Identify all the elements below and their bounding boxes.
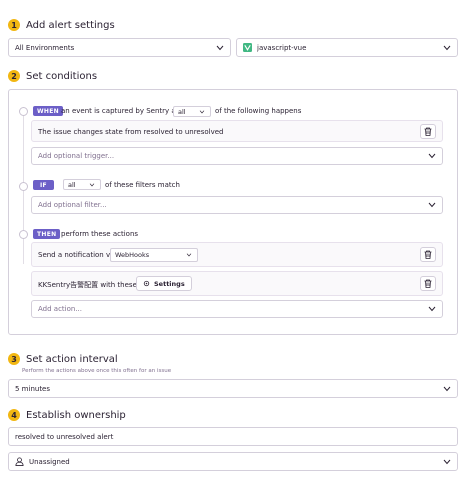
step-3-header: 3 Set action interval xyxy=(8,353,118,365)
then-text-after: perform these actions xyxy=(61,230,139,238)
action1-label: Send a notification via xyxy=(38,251,117,259)
add-filter-select[interactable]: Add optional filter... xyxy=(31,196,443,214)
chevron-down-icon xyxy=(216,44,224,52)
when-badge: WHEN xyxy=(33,106,63,116)
step-1-title: Add alert settings xyxy=(26,19,115,31)
add-trigger-select[interactable]: Add optional trigger... xyxy=(31,147,443,165)
add-trigger-placeholder: Add optional trigger... xyxy=(38,152,115,160)
action-kksentry-card: KKSentry告警配置 with these Settings xyxy=(31,271,443,296)
trigger-card: The issue changes state from resolved to… xyxy=(31,120,443,142)
project-value: javascript-vue xyxy=(257,43,307,52)
chevron-down-icon xyxy=(443,458,451,466)
timeline-dot-if xyxy=(19,182,28,191)
if-match-value: all xyxy=(68,180,76,189)
action-interval-select[interactable]: 5 minutes xyxy=(8,379,458,398)
action-interval-value: 5 minutes xyxy=(15,384,51,393)
step-3-number: 3 xyxy=(8,353,20,365)
owner-value: Unassigned xyxy=(29,457,70,466)
delete-trigger-button[interactable] xyxy=(420,124,436,139)
timeline-dot-when xyxy=(19,107,28,116)
project-select[interactable]: javascript-vue xyxy=(236,38,458,57)
step-3-subtitle: Perform the actions above once this ofte… xyxy=(22,368,172,374)
conditions-panel: WHEN an event is captured by Sentry and … xyxy=(8,89,458,335)
step-2-header: 2 Set conditions xyxy=(8,70,97,82)
delete-action1-button[interactable] xyxy=(420,247,436,262)
chevron-down-icon xyxy=(198,108,206,116)
environment-select[interactable]: All Environments xyxy=(8,38,231,57)
if-text-after: of these filters match xyxy=(105,181,180,189)
when-text-before: an event is captured by Sentry and xyxy=(61,107,185,115)
trigger-label: The issue changes state from resolved to… xyxy=(38,128,224,136)
step-2-title: Set conditions xyxy=(26,70,98,82)
gear-icon xyxy=(143,280,150,287)
step-3-title: Set action interval xyxy=(26,353,118,365)
add-action-placeholder: Add action... xyxy=(38,305,82,313)
chevron-down-icon xyxy=(185,251,193,259)
owner-select[interactable]: Unassigned xyxy=(8,452,458,471)
step-4-number: 4 xyxy=(8,409,20,421)
if-match-select[interactable]: all xyxy=(63,179,101,190)
chevron-down-icon xyxy=(428,305,436,313)
if-badge: IF xyxy=(33,180,54,190)
step-2-number: 2 xyxy=(8,70,20,82)
when-match-value: all xyxy=(178,107,186,116)
action2-label: KKSentry告警配置 with these xyxy=(38,281,137,289)
chevron-down-icon xyxy=(443,385,451,393)
notification-service-value: WebHooks xyxy=(115,251,150,259)
settings-button-label: Settings xyxy=(154,279,185,288)
step-4-header: 4 Establish ownership xyxy=(8,409,126,421)
when-text-after: of the following happens xyxy=(215,107,302,115)
environment-value: All Environments xyxy=(15,43,75,52)
chevron-down-icon xyxy=(428,152,436,160)
alert-name-value: resolved to unresolved alert xyxy=(15,432,114,441)
add-filter-placeholder: Add optional filter... xyxy=(38,201,107,209)
step-1-header: 1 Add alert settings xyxy=(8,19,115,31)
action-webhooks-card: Send a notification via WebHooks xyxy=(31,242,443,267)
chevron-down-icon xyxy=(428,201,436,209)
notification-service-select[interactable]: WebHooks xyxy=(110,248,198,262)
alert-name-input[interactable]: resolved to unresolved alert xyxy=(8,427,458,446)
vue-project-icon xyxy=(243,43,252,52)
add-action-select[interactable]: Add action... xyxy=(31,300,443,318)
trash-icon xyxy=(424,127,432,136)
chevron-down-icon xyxy=(88,181,96,189)
action2-settings-button[interactable]: Settings xyxy=(136,276,192,291)
delete-action2-button[interactable] xyxy=(420,276,436,291)
user-icon xyxy=(15,457,24,466)
trash-icon xyxy=(424,279,432,288)
then-badge: THEN xyxy=(33,229,61,239)
when-match-select[interactable]: all xyxy=(173,106,211,117)
chevron-down-icon xyxy=(443,44,451,52)
trash-icon xyxy=(424,250,432,259)
timeline-dot-then xyxy=(19,230,28,239)
step-1-number: 1 xyxy=(8,19,20,31)
step-4-title: Establish ownership xyxy=(26,409,126,421)
